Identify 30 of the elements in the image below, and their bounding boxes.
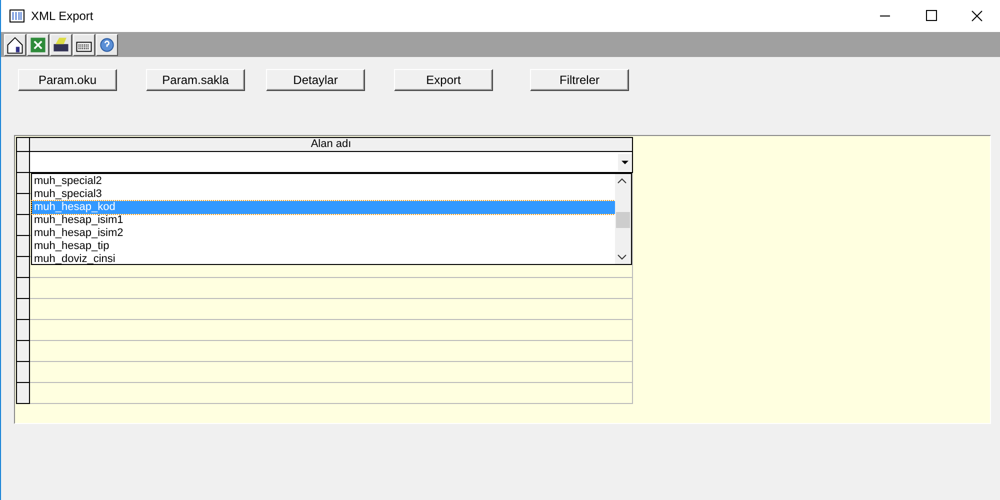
spreadsheet-icon[interactable] [27, 34, 49, 56]
house-chart-icon[interactable] [4, 34, 26, 56]
list-item[interactable]: muh_hesap_isim1 [32, 214, 615, 227]
app-icon [9, 8, 25, 24]
column-header: Alan adı [30, 137, 633, 152]
command-button[interactable]: Param.sakla [146, 69, 245, 91]
row-header [16, 383, 30, 404]
command-button[interactable]: Filtreler [530, 69, 629, 91]
list-item[interactable]: muh_hesap_isim2 [32, 227, 615, 240]
list-item[interactable]: muh_special3 [32, 188, 615, 201]
row-header [16, 320, 30, 341]
printer-icon[interactable] [50, 34, 72, 56]
command-button[interactable]: Detaylar [266, 69, 365, 91]
row-header [16, 278, 30, 299]
combo-field[interactable] [30, 152, 633, 173]
row-header [16, 137, 30, 152]
command-button[interactable]: Param.oku [18, 69, 117, 91]
list-item[interactable]: muh_special2 [32, 175, 615, 188]
row-header [16, 152, 30, 173]
window-title: XML Export [31, 9, 94, 23]
help-icon[interactable] [96, 34, 118, 56]
row-header [16, 341, 30, 362]
command-button[interactable]: Export [394, 69, 493, 91]
list-item[interactable]: muh_doviz_cinsi [32, 253, 615, 266]
row-header [16, 299, 30, 320]
scrollbar[interactable] [615, 174, 631, 264]
row-header [16, 362, 30, 383]
list-item[interactable]: muh_hesap_tip [32, 240, 615, 253]
scroll-thumb[interactable] [616, 212, 630, 228]
keyboard-icon[interactable] [73, 34, 95, 56]
